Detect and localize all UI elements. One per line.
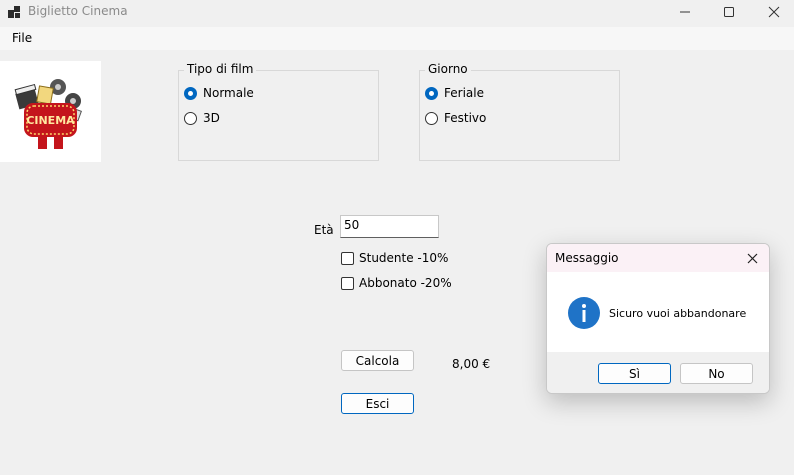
radio-feriale-label[interactable]: Feriale [444, 86, 484, 100]
radio-normale[interactable] [184, 87, 197, 100]
radio-normale-label[interactable]: Normale [203, 86, 254, 100]
close-icon [747, 253, 757, 263]
calcola-button[interactable]: Calcola [341, 350, 414, 371]
esci-button[interactable]: Esci [341, 393, 414, 414]
radio-festivo[interactable] [425, 112, 438, 125]
app-icon [8, 6, 20, 18]
window-title: Biglietto Cinema [28, 4, 128, 18]
price-result: 8,00 € [452, 357, 491, 371]
giorno-legend: Giorno [425, 62, 471, 76]
eta-input[interactable]: 50 [340, 215, 439, 238]
close-icon [768, 6, 780, 18]
radio-festivo-label[interactable]: Festivo [444, 111, 486, 125]
dialog-yes-button[interactable]: Sì [598, 363, 671, 384]
cinema-logo: CINEMA [0, 61, 101, 162]
tipo-film-legend: Tipo di film [184, 62, 257, 76]
message-dialog: Messaggio Sicuro vuoi abbandonare Sì No [546, 243, 770, 394]
menu-bar [0, 27, 794, 50]
menu-file[interactable]: File [12, 31, 32, 45]
dialog-message: Sicuro vuoi abbandonare [609, 307, 747, 320]
cinema-logo-image: CINEMA [14, 79, 82, 149]
close-button[interactable] [751, 0, 794, 24]
dialog-no-button[interactable]: No [680, 363, 753, 384]
radio-3d[interactable] [184, 112, 197, 125]
minimize-button[interactable] [662, 0, 708, 24]
dialog-title: Messaggio [555, 251, 619, 265]
abbonato-label[interactable]: Abbonato -20% [359, 276, 452, 290]
radio-feriale[interactable] [425, 87, 438, 100]
logo-text: CINEMA [26, 114, 75, 127]
radio-3d-label[interactable]: 3D [203, 111, 220, 125]
maximize-button[interactable] [706, 0, 752, 24]
maximize-icon [724, 7, 734, 17]
studente-checkbox[interactable] [341, 252, 354, 265]
info-icon [568, 297, 600, 329]
dialog-close-button[interactable] [743, 250, 761, 266]
eta-label: Età [314, 223, 334, 237]
studente-label[interactable]: Studente -10% [359, 251, 448, 265]
minimize-icon [680, 11, 690, 13]
abbonato-checkbox[interactable] [341, 277, 354, 290]
